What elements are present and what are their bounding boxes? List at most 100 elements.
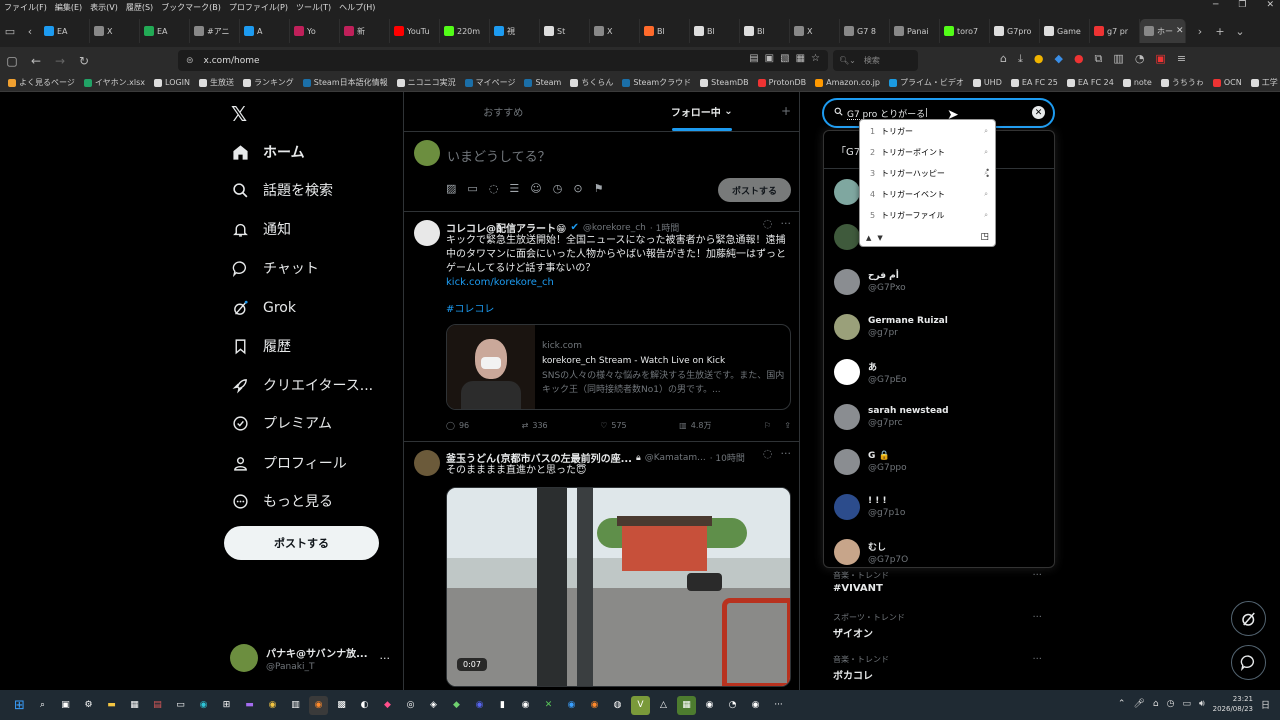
nav-bookmarks[interactable]: 履歴 <box>231 334 291 358</box>
bookmark-item[interactable]: プライム・ビデオ <box>888 77 964 88</box>
menu-item[interactable]: ヘルプ(H) <box>335 2 379 13</box>
bookmark-star-icon[interactable]: ☆ <box>811 53 820 64</box>
orange-app-icon[interactable]: ◉ <box>585 696 604 715</box>
clear-search-icon[interactable]: ✕ <box>1032 106 1045 119</box>
music-app-icon[interactable]: ▬ <box>240 696 259 715</box>
browser-tab[interactable]: 新 <box>340 19 390 43</box>
trend-item[interactable]: スポーツ・トレンド ザイオン ··· <box>833 612 1048 640</box>
browser-tab[interactable]: G7pro <box>990 19 1040 43</box>
browser-tab[interactable]: X <box>590 19 640 43</box>
start-icon[interactable]: ⊞ <box>10 696 29 715</box>
ime-next-icon[interactable]: ▼ <box>877 234 882 242</box>
volume-icon[interactable]: 🔊︎ <box>1199 699 1205 709</box>
image-icon[interactable]: ▨ <box>446 182 456 195</box>
home-button-icon[interactable]: ⌂ <box>1000 52 1007 66</box>
trend-item[interactable]: 音楽・トレンド ボカコレ ··· <box>833 654 1048 682</box>
bookmark-item[interactable]: LOGIN <box>154 78 190 87</box>
user-result[interactable]: أم فرح @G7Pxo <box>834 269 906 295</box>
user-result[interactable]: ! ! ! @g7p1o <box>834 494 905 520</box>
extensions-icon[interactable]: ⧉ <box>1095 52 1103 66</box>
settings-icon[interactable]: ⚙ <box>79 696 98 715</box>
bookmark-item[interactable]: ちくらん <box>570 77 613 88</box>
lips-app-icon[interactable]: ◆ <box>378 696 397 715</box>
repost-button[interactable]: ⇄ 336 <box>522 420 548 431</box>
bookmark-item[interactable]: SteamDB <box>700 78 749 87</box>
browser-tab[interactable]: X <box>790 19 840 43</box>
firefox-icon[interactable]: ◉ <box>309 695 328 715</box>
vpn-icon[interactable]: ◍ <box>608 696 627 715</box>
post-button[interactable]: ポストする <box>224 526 379 560</box>
user-result[interactable]: Germane Ruizal @g7pr <box>834 314 948 340</box>
screenshot-icon[interactable]: ▣ <box>765 53 774 64</box>
tab-active[interactable]: ホー ✕ <box>1140 19 1186 43</box>
app-menu-icon[interactable]: ≡ <box>1177 52 1186 66</box>
trend-more-icon[interactable]: ··· <box>1032 654 1042 665</box>
user-result[interactable]: G 🔒 @G7ppo <box>834 449 907 475</box>
menu-item[interactable]: 編集(E) <box>51 2 86 13</box>
grok-fab-icon[interactable] <box>1231 601 1266 636</box>
browser-tab[interactable]: Bl <box>740 19 790 43</box>
nav-chat[interactable]: チャット <box>231 256 319 280</box>
github-icon[interactable]: ◉ <box>746 696 765 715</box>
ime-candidate[interactable]: 3 トリガーハッピー ⌕ <box>870 168 988 179</box>
file-explorer-icon[interactable]: ▬ <box>102 696 121 715</box>
ime-language-indicator[interactable]: 日 <box>1261 698 1270 711</box>
composer-post-button[interactable]: ポストする <box>718 178 791 202</box>
tray-expand-icon[interactable]: ⌃ <box>1118 699 1126 709</box>
blue-app-icon[interactable]: ◉ <box>562 696 581 715</box>
bookmark-item[interactable]: EA FC 24 <box>1066 78 1114 87</box>
ime-candidate[interactable]: 2 トリガーポイント ⌕ <box>870 147 988 158</box>
trend-more-icon[interactable]: ··· <box>1032 570 1042 581</box>
tweet-author-name[interactable]: 釜玉うどん(京都市バスの左最前列の座... <box>446 450 632 465</box>
tweet-time[interactable]: · 1時間 <box>650 221 679 234</box>
obs-icon[interactable]: ▩ <box>332 696 351 715</box>
green-app-icon[interactable]: ◆ <box>447 696 466 715</box>
like-button[interactable]: ♡ 575 <box>600 420 626 431</box>
capcut-icon[interactable]: ◐ <box>355 696 374 715</box>
tweet-more-icon[interactable]: ◌ ··· <box>763 447 791 460</box>
grok-explain-icon[interactable]: ◌ <box>763 447 773 460</box>
ime-candidate[interactable]: 1 トリガー ⌕ <box>870 126 988 137</box>
taskbar-search-icon[interactable]: ⌕ <box>33 696 52 715</box>
downloads-icon[interactable]: ⤓ <box>1018 52 1023 66</box>
x-logo-icon[interactable]: 𝕏 <box>231 102 251 126</box>
tweet-time[interactable]: · 10時間 <box>710 451 745 464</box>
account-icon[interactable]: ◔ <box>1135 52 1145 66</box>
bookmark-item[interactable]: EA FC 25 <box>1010 78 1058 87</box>
new-tab-icon[interactable]: + <box>1210 25 1230 38</box>
link-card[interactable]: kick.com korekore_ch Stream - Watch Live… <box>446 324 791 410</box>
grok-explain-icon[interactable]: ◌ <box>763 217 773 230</box>
xbox-icon[interactable]: ✕ <box>539 696 558 715</box>
extension-shield-icon[interactable]: ◆ <box>1054 52 1062 66</box>
extension-tools-icon[interactable]: ▥ <box>1113 52 1123 66</box>
clock[interactable]: 23:21 2026/08/23 <box>1213 694 1253 714</box>
bookmark-item[interactable]: ProtonDB <box>757 78 806 87</box>
browser-tab[interactable]: Bl <box>690 19 740 43</box>
nav-grok[interactable]: Grok <box>231 296 296 320</box>
ime-expand-icon[interactable]: ◳ <box>980 232 989 242</box>
browser-search-box[interactable]: 🔍︎⌄ 検索 <box>833 50 918 71</box>
bookmark-item[interactable]: Steamクラウド <box>622 77 691 88</box>
browser-tab[interactable]: #アニ <box>190 19 240 43</box>
views-button[interactable]: ▥ 4.8万 <box>679 420 711 431</box>
close-window-icon[interactable]: ✕ <box>1266 0 1274 10</box>
poll-icon[interactable]: ☰ <box>509 182 519 195</box>
browser-tab[interactable]: EA <box>140 19 190 43</box>
bookmark-item[interactable]: 生放送 <box>199 77 234 88</box>
forward-icon[interactable]: → <box>48 54 72 68</box>
tweet-author-handle[interactable]: @Kamatam... <box>645 453 706 463</box>
add-feed-icon[interactable]: + <box>781 104 791 118</box>
bookmark-item[interactable]: よく見るページ <box>8 77 75 88</box>
messages-fab-icon[interactable] <box>1231 645 1266 680</box>
user-result[interactable]: sarah newstead @g7prc <box>834 404 949 430</box>
extension-red-icon[interactable]: ▣ <box>1155 52 1165 66</box>
calculator-icon[interactable]: ▦ <box>125 696 144 715</box>
nav-profile[interactable]: プロフィール <box>231 451 347 475</box>
menu-item[interactable]: ツール(T) <box>292 2 335 13</box>
tray-app-icon[interactable]: ⌂ <box>1153 699 1159 709</box>
edge-icon[interactable]: ◉ <box>194 696 213 715</box>
trend-item[interactable]: 音楽・トレンド #VIVANT ··· <box>833 570 1048 594</box>
sidebar-toggle-icon[interactable]: ▢ <box>0 54 24 68</box>
browser-tab[interactable]: X <box>90 19 140 43</box>
bookmark-item[interactable]: 工学・故進一覧 | NTT <box>1250 77 1280 88</box>
